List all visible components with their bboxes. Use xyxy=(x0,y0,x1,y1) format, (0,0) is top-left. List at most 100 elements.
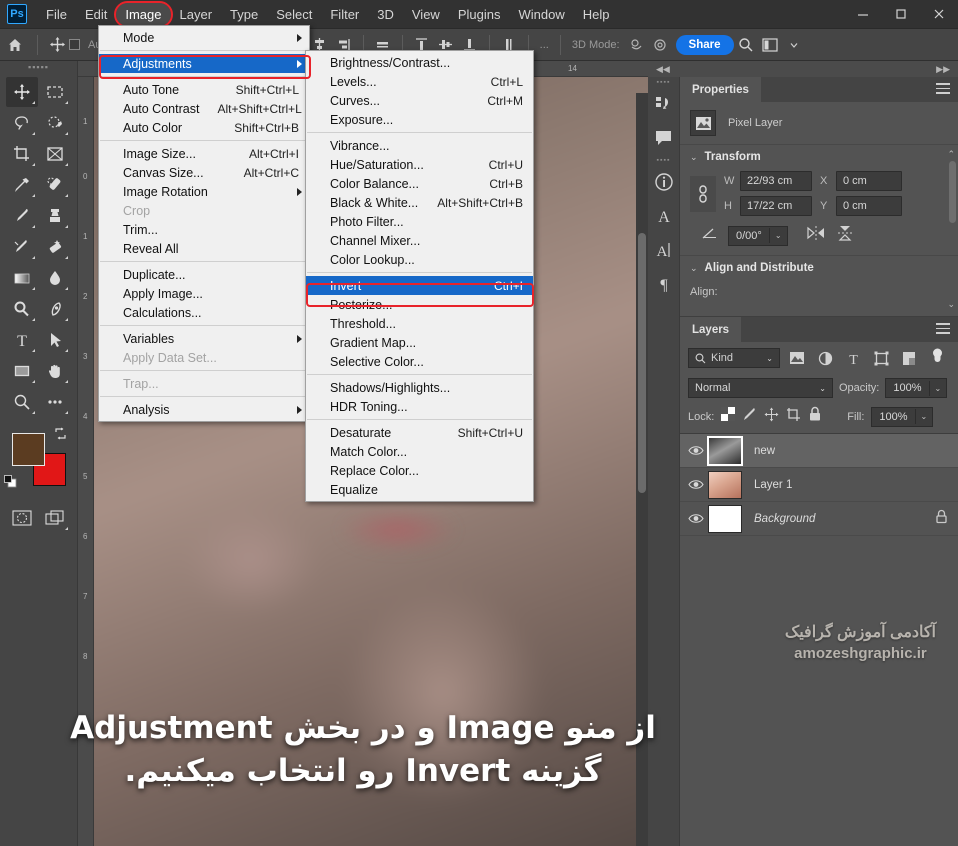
filter-toggle-icon[interactable] xyxy=(926,348,948,368)
search-icon[interactable] xyxy=(734,33,758,57)
menu-item-color-balance[interactable]: Color Balance... Ctrl+B xyxy=(306,174,533,193)
default-colors-icon[interactable] xyxy=(4,475,17,488)
menu-item-replace-color[interactable]: Replace Color... xyxy=(306,461,533,480)
close-icon[interactable] xyxy=(920,0,958,28)
menu-item-levels[interactable]: Levels... Ctrl+L xyxy=(306,72,533,91)
fill-value[interactable]: 100% xyxy=(872,408,914,426)
panel-menu-icon[interactable] xyxy=(936,323,950,337)
x-input[interactable]: 0 cm xyxy=(836,171,902,191)
menu-item-curves[interactable]: Curves... Ctrl+M xyxy=(306,91,533,110)
table-row[interactable]: new xyxy=(680,434,958,468)
menu-item-variables[interactable]: Variables xyxy=(99,329,309,348)
layer-name[interactable]: Background xyxy=(754,513,935,525)
chevron-down-icon[interactable]: ⌄ xyxy=(690,152,698,163)
chevron-down-icon[interactable]: ⌄ xyxy=(819,384,826,393)
height-input[interactable]: 17/22 cm xyxy=(740,196,812,216)
scroll-down-icon[interactable]: ⌄ xyxy=(947,299,955,310)
eye-icon[interactable] xyxy=(684,479,708,490)
menu-view[interactable]: View xyxy=(403,3,449,26)
menu-item-reveal-all[interactable]: Reveal All xyxy=(99,239,309,258)
comments-panel-icon[interactable] xyxy=(648,121,679,155)
menu-item-match-color[interactable]: Match Color... xyxy=(306,442,533,461)
chevron-down-icon[interactable]: ⌄ xyxy=(690,263,698,274)
menu-item-analysis[interactable]: Analysis xyxy=(99,400,309,419)
menu-item-calculations[interactable]: Calculations... xyxy=(99,303,309,322)
link-icon[interactable] xyxy=(690,175,716,212)
menu-item-posterize[interactable]: Posterize... xyxy=(306,295,533,314)
maximize-icon[interactable] xyxy=(882,0,920,28)
menu-filter[interactable]: Filter xyxy=(321,3,368,26)
angle-stepper[interactable]: 0/00° ⌄ xyxy=(728,225,788,246)
rectangular-marquee-tool[interactable] xyxy=(39,77,71,107)
menu-item-desaturate[interactable]: Desaturate Shift+Ctrl+U xyxy=(306,423,533,442)
screen-mode-icon[interactable] xyxy=(40,503,72,533)
menu-item-apply-image[interactable]: Apply Image... xyxy=(99,284,309,303)
menu-item-color-lookup[interactable]: Color Lookup... xyxy=(306,250,533,269)
hand-tool[interactable] xyxy=(39,356,71,386)
glyphs-panel-icon[interactable]: A xyxy=(648,199,679,233)
menu-item-black-and-white[interactable]: Black & White... Alt+Shift+Ctrl+B xyxy=(306,193,533,212)
crop-tool[interactable] xyxy=(6,139,38,169)
3d-orbit-icon[interactable] xyxy=(624,33,648,57)
table-row[interactable]: Layer 1 xyxy=(680,468,958,502)
opacity-value[interactable]: 100% xyxy=(886,379,928,397)
menu-item-photo-filter[interactable]: Photo Filter... xyxy=(306,212,533,231)
eye-icon[interactable] xyxy=(684,445,708,456)
history-panel-icon[interactable] xyxy=(648,87,679,121)
menu-item-auto-contrast[interactable]: Auto Contrast Alt+Shift+Ctrl+L xyxy=(99,99,309,118)
menu-item-adjustments[interactable]: Adjustments xyxy=(99,54,309,73)
blur-tool[interactable] xyxy=(39,263,71,293)
table-row[interactable]: Background xyxy=(680,502,958,536)
more-options-label[interactable]: ... xyxy=(536,39,553,51)
image-menu-dropdown[interactable]: Mode Adjustments Auto Tone Shift+Ctrl+L … xyxy=(98,25,310,422)
opacity-stepper[interactable]: 100% ⌄ xyxy=(885,378,948,398)
rail-grip[interactable]: ▪▪▪▪ xyxy=(648,155,679,165)
flip-vertical-icon[interactable] xyxy=(836,224,854,247)
collapse-right-icon[interactable]: ▶▶ xyxy=(936,64,950,75)
rail-grip[interactable]: ▪▪▪▪ xyxy=(648,77,679,87)
flip-horizontal-icon[interactable] xyxy=(806,225,826,246)
menu-image[interactable]: Image xyxy=(114,0,173,28)
filter-kind-select[interactable]: Kind ⌄ xyxy=(688,348,780,368)
layer-thumbnail[interactable] xyxy=(708,504,742,533)
rectangle-tool[interactable] xyxy=(6,356,38,386)
menu-item-canvas-size[interactable]: Canvas Size... Alt+Ctrl+C xyxy=(99,163,309,182)
y-input[interactable]: 0 cm xyxy=(836,196,902,216)
menu-item-hue-saturation[interactable]: Hue/Saturation... Ctrl+U xyxy=(306,155,533,174)
menu-item-duplicate[interactable]: Duplicate... xyxy=(99,265,309,284)
info-panel-icon[interactable] xyxy=(648,165,679,199)
menu-help[interactable]: Help xyxy=(574,3,619,26)
menu-item-exposure[interactable]: Exposure... xyxy=(306,110,533,129)
menu-item-hdr-toning[interactable]: HDR Toning... xyxy=(306,397,533,416)
menu-item-shadows-highlights[interactable]: Shadows/Highlights... xyxy=(306,378,533,397)
share-button[interactable]: Share xyxy=(675,34,734,55)
scrollbar-thumb[interactable] xyxy=(638,233,646,493)
zoom-tool[interactable] xyxy=(6,387,38,417)
menu-type[interactable]: Type xyxy=(221,3,267,26)
scroll-up-icon[interactable]: ⌃ xyxy=(947,149,955,160)
clone-stamp-tool[interactable] xyxy=(39,201,71,231)
blend-mode-select[interactable]: Normal ⌄ xyxy=(688,378,833,398)
menu-window[interactable]: Window xyxy=(509,3,573,26)
menu-item-auto-color[interactable]: Auto Color Shift+Ctrl+B xyxy=(99,118,309,137)
eraser-tool[interactable] xyxy=(39,232,71,262)
menu-select[interactable]: Select xyxy=(267,3,321,26)
lock-position-icon[interactable] xyxy=(764,407,779,427)
quick-mask-icon[interactable] xyxy=(6,503,38,533)
transform-section-header[interactable]: ⌄ Transform xyxy=(680,144,958,169)
menu-item-brightness-contrast[interactable]: Brightness/Contrast... xyxy=(306,53,533,72)
menu-item-mode[interactable]: Mode xyxy=(99,28,309,47)
menu-item-invert[interactable]: Invert Ctrl+I xyxy=(306,276,533,295)
panel-menu-icon[interactable] xyxy=(936,83,950,97)
healing-brush-tool[interactable] xyxy=(39,170,71,200)
chevron-down-icon[interactable]: ⌄ xyxy=(766,354,773,363)
chevron-down-icon[interactable]: ⌄ xyxy=(928,380,947,396)
adjustments-submenu[interactable]: Brightness/Contrast... Levels... Ctrl+L … xyxy=(305,50,534,502)
chevron-down-icon[interactable]: ⌄ xyxy=(914,409,933,424)
layer-thumbnail[interactable] xyxy=(708,470,742,499)
move-tool-icon[interactable] xyxy=(45,33,69,57)
minimize-icon[interactable] xyxy=(844,0,882,28)
home-icon[interactable] xyxy=(0,30,30,60)
path-selection-tool[interactable] xyxy=(39,325,71,355)
move-tool[interactable] xyxy=(6,77,38,107)
